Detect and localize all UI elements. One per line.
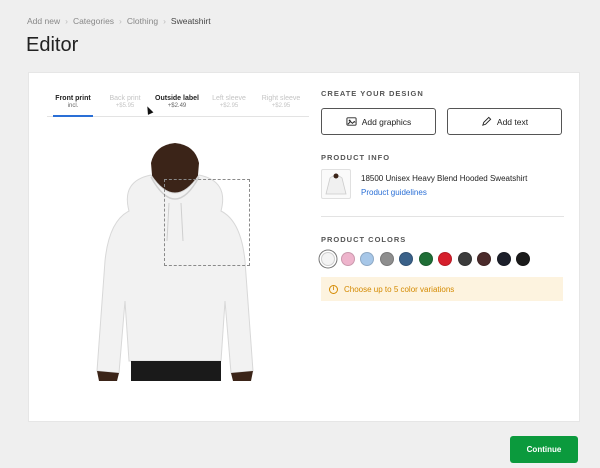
breadcrumb-item-sweatshirt: Sweatshirt [170, 16, 211, 26]
color-limit-notice: i Choose up to 5 color variations [321, 277, 563, 301]
pencil-icon [482, 116, 492, 126]
divider [321, 216, 564, 217]
page-title: Editor [26, 34, 79, 56]
tab-back-print[interactable]: Back print +$5.95 [99, 95, 151, 116]
product-text: 18500 Unisex Heavy Blend Hooded Sweatshi… [361, 169, 527, 199]
add-text-button[interactable]: Add text [447, 108, 562, 135]
add-text-label: Add text [496, 116, 529, 127]
info-icon: i [329, 284, 338, 294]
tab-label: Front print [55, 95, 91, 102]
color-swatch[interactable] [340, 252, 355, 266]
image-icon [346, 117, 357, 126]
breadcrumb-separator: › [163, 16, 166, 26]
color-swatch[interactable] [457, 252, 472, 266]
breadcrumb-item-categories[interactable]: Categories [73, 16, 114, 26]
product-name: 18500 Unisex Heavy Blend Hooded Sweatshi… [361, 174, 528, 183]
continue-button[interactable]: Continue [510, 436, 578, 463]
notice-text: Choose up to 5 color variations [344, 284, 455, 294]
color-swatch[interactable] [477, 252, 491, 266]
breadcrumb-item-clothing[interactable]: Clothing [127, 16, 158, 26]
tab-label: Back print [109, 95, 141, 102]
product-thumbnail [321, 169, 351, 199]
add-graphics-button[interactable]: Add graphics [321, 108, 436, 135]
breadcrumb-separator: › [119, 16, 122, 26]
tab-price: +$5.95 [115, 103, 135, 109]
color-swatch[interactable] [516, 252, 530, 266]
tab-price: +$2.95 [219, 103, 239, 109]
hoodie-thumbnail-image [325, 173, 347, 195]
breadcrumb-separator: › [65, 16, 68, 26]
product-colors-heading: PRODUCT COLORS [321, 235, 407, 244]
tab-front-print[interactable]: Front print incl. [47, 95, 99, 117]
color-swatch[interactable] [399, 252, 413, 266]
product-guidelines-link[interactable]: Product guidelines [361, 188, 527, 197]
color-swatches [321, 252, 530, 266]
color-swatch[interactable] [379, 252, 394, 266]
print-area-box[interactable] [164, 179, 250, 266]
tab-left-sleeve[interactable]: Left sleeve +$2.95 [203, 95, 255, 116]
add-graphics-label: Add graphics [361, 116, 412, 127]
tab-outside-label[interactable]: Outside label +$2.49 [151, 95, 203, 116]
color-swatch[interactable] [418, 252, 433, 266]
print-area-tabs: Front print incl. Back print +$5.95 Outs… [47, 95, 309, 117]
editor-card: Front print incl. Back print +$5.95 Outs… [28, 72, 580, 422]
tab-price: incl. [67, 103, 79, 109]
tab-price: +$2.95 [271, 103, 291, 109]
color-swatch[interactable] [438, 252, 452, 266]
tab-label: Right sleeve [261, 95, 301, 102]
create-design-heading: CREATE YOUR DESIGN [321, 89, 424, 98]
product-info: 18500 Unisex Heavy Blend Hooded Sweatshi… [321, 169, 527, 199]
tab-price: +$2.49 [167, 103, 187, 109]
product-info-heading: PRODUCT INFO [321, 153, 391, 162]
breadcrumb: Add new › Categories › Clothing › Sweats… [27, 16, 211, 26]
tab-right-sleeve[interactable]: Right sleeve +$2.95 [255, 95, 307, 116]
color-swatch[interactable] [496, 252, 511, 266]
color-swatch[interactable] [321, 252, 335, 266]
tab-label: Left sleeve [212, 95, 246, 102]
breadcrumb-item-add-new[interactable]: Add new [27, 16, 60, 26]
color-swatch[interactable] [360, 252, 374, 266]
tab-label: Outside label [155, 95, 199, 102]
